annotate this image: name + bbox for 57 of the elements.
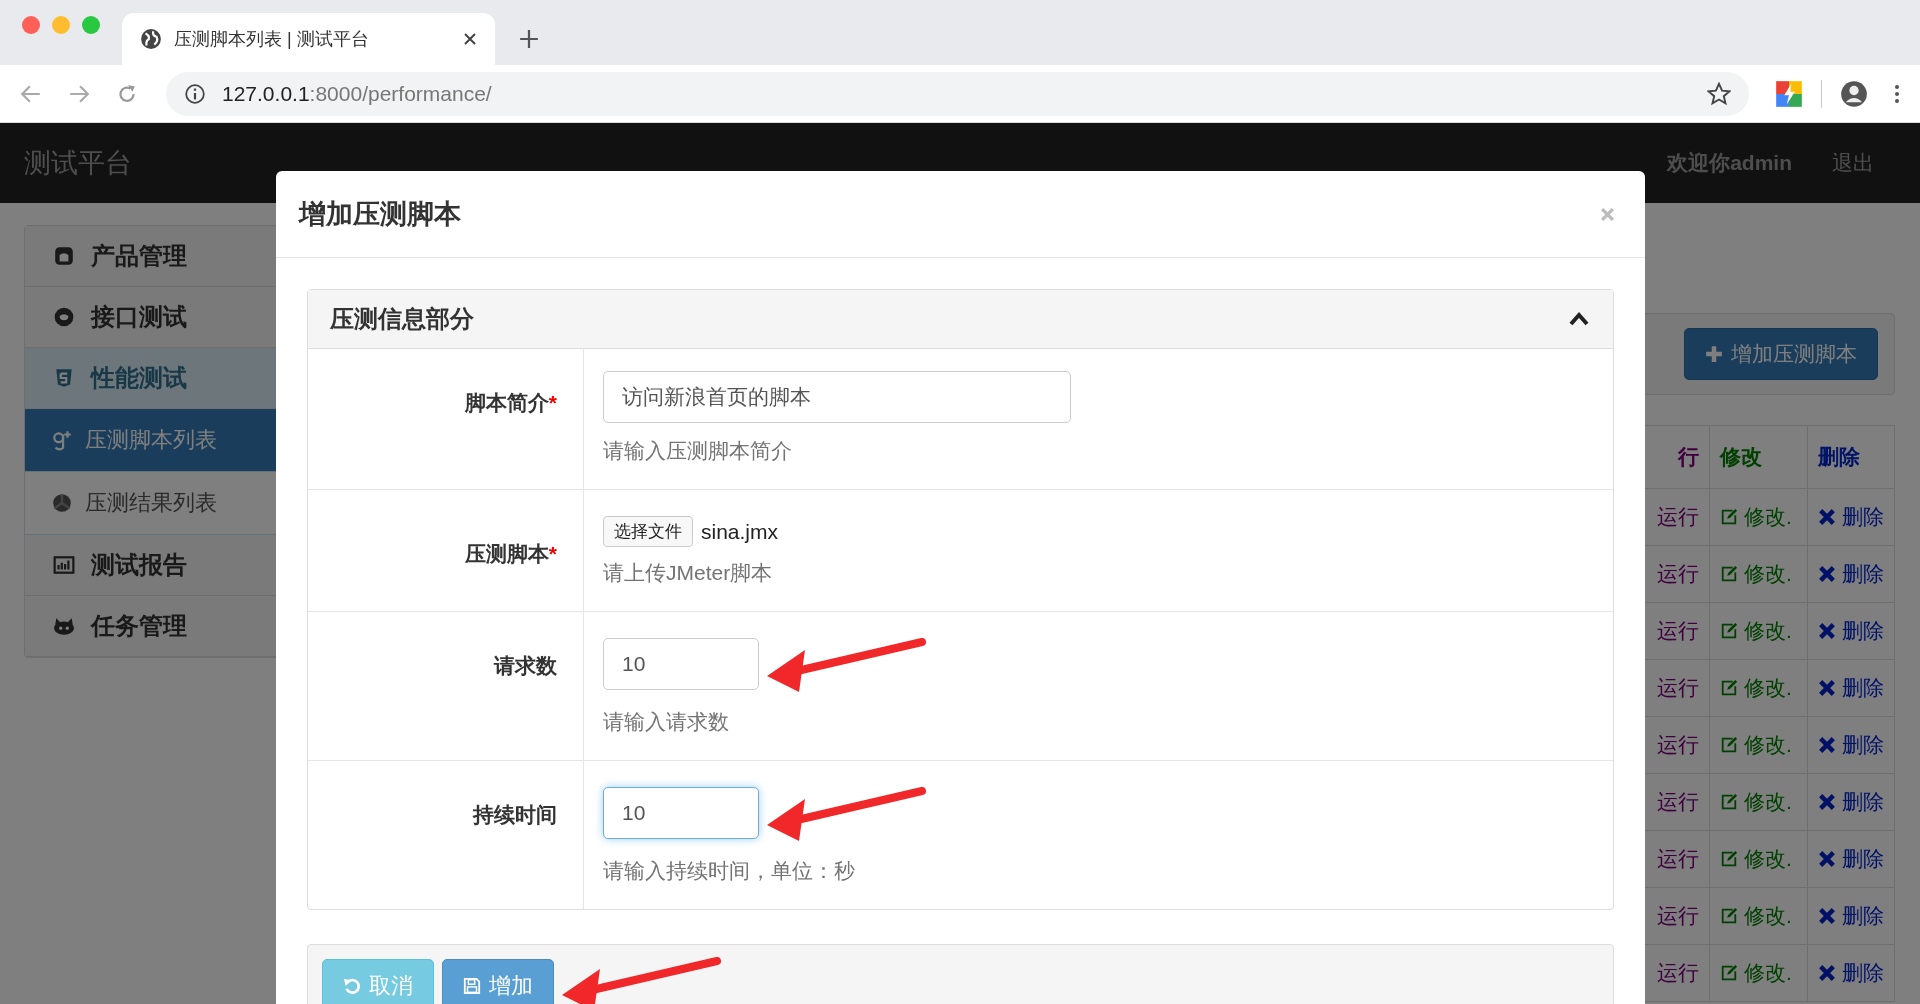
add-script-button[interactable]: 增加压测脚本 xyxy=(1684,328,1878,380)
info-icon xyxy=(184,82,206,105)
profile-icon[interactable] xyxy=(1840,79,1868,108)
edit-icon xyxy=(1720,679,1739,697)
pie-icon xyxy=(51,492,73,514)
extension-icon[interactable] xyxy=(1775,79,1803,108)
close-icon xyxy=(1818,850,1836,868)
field-label: 请求数 xyxy=(494,653,557,676)
close-icon xyxy=(1818,565,1836,583)
help-text: 请输入请求数 xyxy=(603,709,730,735)
edit-icon xyxy=(1720,565,1739,583)
close-icon xyxy=(1818,964,1836,982)
edit-icon xyxy=(1720,622,1739,640)
save-icon xyxy=(463,977,481,995)
close-icon xyxy=(1818,508,1836,526)
input-field[interactable]: 访问新浪首页的脚本 xyxy=(603,371,1071,423)
close-icon xyxy=(1818,736,1836,754)
file-name: sina.jmx xyxy=(701,519,779,544)
close-icon xyxy=(1818,907,1836,925)
close-icon xyxy=(1818,622,1836,640)
close-icon[interactable] xyxy=(463,32,477,46)
field-label: 压测脚本* xyxy=(464,541,557,564)
address-field[interactable]: 127.0.0.1:8000/performance/ xyxy=(166,71,1749,116)
close-icon xyxy=(1818,793,1836,811)
welcome-text: 欢迎你admin xyxy=(1667,150,1792,176)
submit-button[interactable]: 增加 xyxy=(442,959,554,1004)
chart-icon xyxy=(53,554,75,576)
help-text: 请输入压测脚本简介 xyxy=(603,438,793,464)
edit-icon xyxy=(1720,907,1739,925)
edit-icon xyxy=(1720,964,1739,982)
choose-file-button[interactable]: 选择文件 xyxy=(603,516,693,547)
shield-icon xyxy=(53,367,75,389)
panel-title: 压测信息部分 xyxy=(330,304,474,334)
close-window-icon[interactable] xyxy=(22,16,40,34)
edit-icon xyxy=(1720,793,1739,811)
edit-icon xyxy=(1720,736,1739,754)
star-icon[interactable] xyxy=(1707,81,1731,106)
edit-icon xyxy=(1720,508,1739,526)
input-field[interactable]: 10 xyxy=(603,638,759,690)
logout-link[interactable]: 退出 xyxy=(1832,149,1874,177)
input-field[interactable]: 10 xyxy=(603,787,759,839)
browser-tab[interactable]: 压测脚本列表 | 测试平台 xyxy=(122,13,495,65)
box-icon xyxy=(53,245,75,267)
undo-icon xyxy=(343,977,361,995)
new-tab-icon[interactable] xyxy=(519,29,539,49)
column-header: 删除 xyxy=(1807,425,1895,489)
field-label: 脚本简介* xyxy=(464,390,557,413)
help-text: 请上传JMeter脚本 xyxy=(603,560,774,586)
column-header: 修改 xyxy=(1709,425,1808,489)
menu-icon[interactable] xyxy=(1894,83,1900,104)
field-label: 持续时间 xyxy=(473,802,557,825)
close-icon xyxy=(1818,679,1836,697)
help-text: 请输入持续时间，单位：秒 xyxy=(603,858,856,884)
chevron-up-icon[interactable] xyxy=(1569,312,1589,326)
globe-icon xyxy=(140,28,162,50)
edit-icon xyxy=(1720,850,1739,868)
reload-icon[interactable] xyxy=(116,82,138,105)
